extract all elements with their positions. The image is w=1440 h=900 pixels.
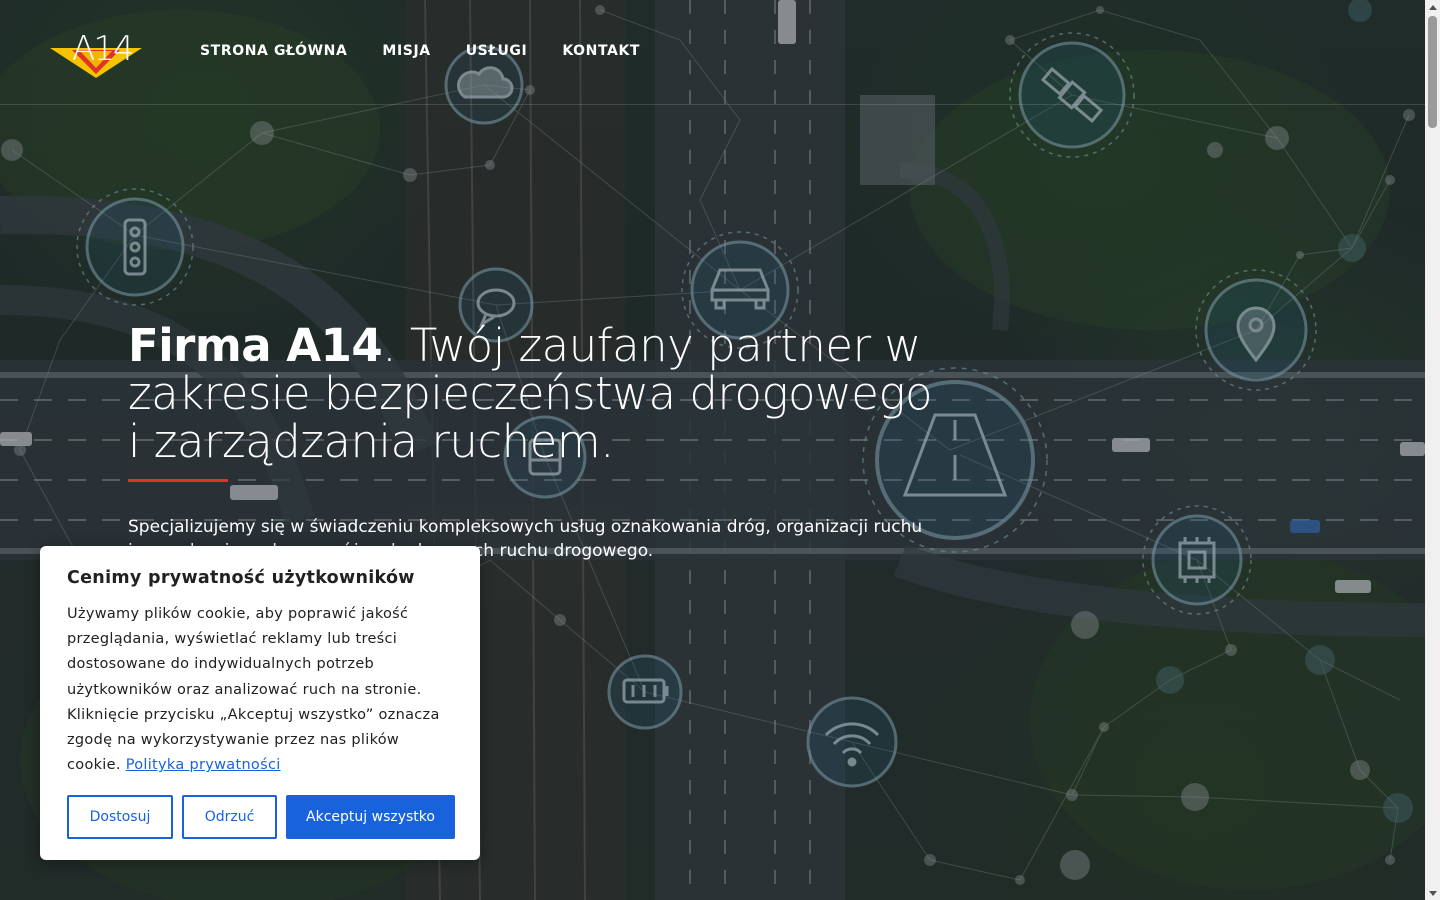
cookie-consent-dialog: Cenimy prywatność użytkowników Używamy p… bbox=[40, 546, 480, 860]
svg-text:A14: A14 bbox=[72, 29, 133, 69]
scrollbar-thumb[interactable] bbox=[1428, 16, 1437, 128]
reject-button[interactable]: Odrzuć bbox=[182, 795, 277, 839]
hero-headline-brand: Firma A14 bbox=[128, 319, 383, 372]
scroll-down-arrow[interactable] bbox=[1425, 886, 1440, 900]
nav-link-kontakt[interactable]: KONTAKT bbox=[562, 43, 640, 59]
privacy-policy-link[interactable]: Polityka prywatności bbox=[126, 757, 281, 773]
customize-button[interactable]: Dostosuj bbox=[67, 795, 173, 839]
arrow-down-icon bbox=[1428, 890, 1437, 896]
hero-headline: Firma A14. Twój zaufany partner w zakres… bbox=[128, 322, 948, 466]
cookie-body-text: Używamy plików cookie, aby poprawić jako… bbox=[67, 606, 440, 774]
arrow-up-icon bbox=[1428, 4, 1437, 10]
nav-link-misja[interactable]: MISJA bbox=[382, 43, 430, 59]
page-scrollbar[interactable] bbox=[1425, 0, 1440, 900]
site-header: A14 STRONA GŁÓWNA MISJA USŁUGI KONTAKT bbox=[0, 0, 1425, 105]
accept-all-button[interactable]: Akceptuj wszystko bbox=[286, 795, 455, 839]
headline-accent-line bbox=[128, 479, 228, 482]
nav-link-strona-glowna[interactable]: STRONA GŁÓWNA bbox=[200, 43, 347, 59]
cookie-body: Używamy plików cookie, aby poprawić jako… bbox=[67, 602, 453, 778]
nav-link-uslugi[interactable]: USŁUGI bbox=[466, 43, 528, 59]
cookie-title: Cenimy prywatność użytkowników bbox=[67, 568, 415, 588]
scroll-up-arrow[interactable] bbox=[1425, 0, 1440, 14]
cookie-buttons: Dostosuj Odrzuć Akceptuj wszystko bbox=[67, 795, 455, 839]
main-nav: STRONA GŁÓWNA MISJA USŁUGI KONTAKT bbox=[200, 43, 640, 59]
a14-logo[interactable]: A14 bbox=[50, 24, 142, 78]
